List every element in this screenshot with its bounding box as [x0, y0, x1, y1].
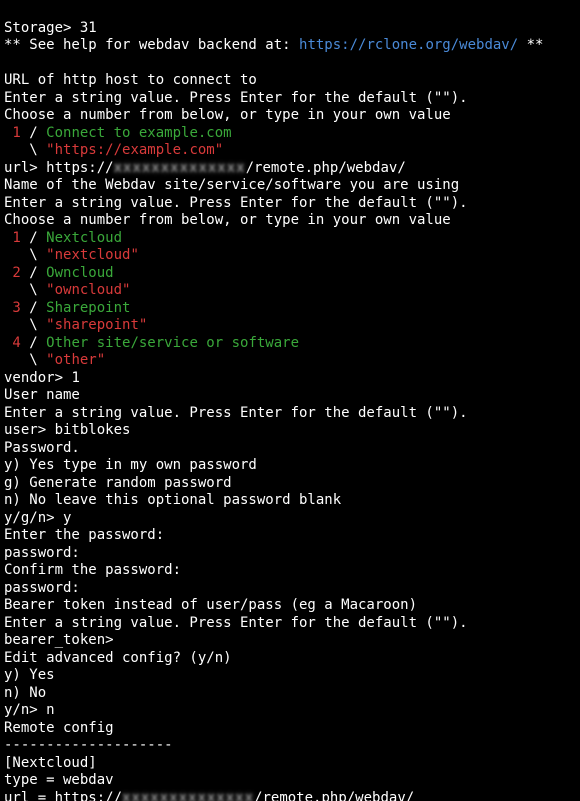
- url-prompt: url>: [4, 160, 46, 176]
- vendor-4-num: 4: [4, 335, 21, 351]
- vendor-4-sep: /: [21, 335, 46, 351]
- user-value: bitblokes: [55, 422, 131, 438]
- pass-entry-1: password:: [4, 545, 80, 561]
- config-url-prefix: url = https://: [4, 790, 122, 801]
- adv-value: n: [46, 702, 54, 718]
- url-choice-sep: /: [21, 125, 46, 141]
- url-choice-num: 1: [4, 125, 21, 141]
- url-intro-0: URL of http host to connect to: [4, 72, 257, 88]
- terminal-output: Storage> 31 ** See help for webdav backe…: [0, 0, 580, 801]
- vendor-2-indent: \: [4, 282, 46, 298]
- vendor-3-indent: \: [4, 317, 46, 333]
- pass-intro-0: Password.: [4, 440, 80, 456]
- user-prompt: user>: [4, 422, 55, 438]
- vendor-1-value: "nextcloud": [46, 247, 139, 263]
- vendor-1-num: 1: [4, 230, 21, 246]
- pass-entry-3: password:: [4, 580, 80, 596]
- vendor-value: 1: [71, 370, 79, 386]
- bearer-intro-0: Bearer token instead of user/pass (eg a …: [4, 597, 417, 613]
- user-intro-1: Enter a string value. Press Enter for th…: [4, 405, 468, 421]
- vendor-1-sep: /: [21, 230, 46, 246]
- storage-value: 31: [80, 20, 97, 36]
- user-intro-0: User name: [4, 387, 80, 403]
- vendor-intro-2: Choose a number from below, or type in y…: [4, 212, 451, 228]
- bearer-intro-1: Enter a string value. Press Enter for th…: [4, 615, 468, 631]
- bearer-prompt: bearer_token>: [4, 632, 114, 648]
- pass-intro-1: y) Yes type in my own password: [4, 457, 257, 473]
- vendor-2-label: Owncloud: [46, 265, 113, 281]
- vendor-3-num: 3: [4, 300, 21, 316]
- url-value-prefix: https://: [46, 160, 113, 176]
- vendor-2-value: "owncloud": [46, 282, 130, 298]
- pass-entry-2: Confirm the password:: [4, 562, 181, 578]
- vendor-3-label: Sharepoint: [46, 300, 130, 316]
- pass-intro-3: n) No leave this optional password blank: [4, 492, 341, 508]
- pass-intro-2: g) Generate random password: [4, 475, 232, 491]
- storage-prompt: Storage>: [4, 20, 80, 36]
- vendor-3-sep: /: [21, 300, 46, 316]
- vendor-4-label: Other site/service or software: [46, 335, 299, 351]
- help-suffix: **: [518, 37, 543, 53]
- adv-prompt: y/n>: [4, 702, 46, 718]
- vendor-2-num: 2: [4, 265, 21, 281]
- help-prefix: ** See help for webdav backend at:: [4, 37, 299, 53]
- vendor-3-value: "sharepoint": [46, 317, 147, 333]
- pass-prompt: y/g/n>: [4, 510, 63, 526]
- url-intro-2: Choose a number from below, or type in y…: [4, 107, 451, 123]
- vendor-prompt: vendor>: [4, 370, 71, 386]
- dashes: --------------------: [4, 737, 173, 753]
- vendor-4-indent: \: [4, 352, 46, 368]
- pass-value: y: [63, 510, 71, 526]
- config-type: type = webdav: [4, 772, 114, 788]
- config-url-suffix: /remote.php/webdav/: [254, 790, 414, 801]
- url-redacted: xxxxxxxxxxxxxx: [114, 160, 246, 178]
- config-url-redacted: xxxxxxxxxxxxxx: [122, 790, 254, 801]
- adv-intro-1: y) Yes: [4, 667, 55, 683]
- help-link[interactable]: https://rclone.org/webdav/: [299, 37, 518, 53]
- url-choice-indent: \: [4, 142, 46, 158]
- remote-header: Remote config: [4, 720, 114, 736]
- vendor-2-sep: /: [21, 265, 46, 281]
- url-choice-value: "https://example.com": [46, 142, 223, 158]
- adv-intro-2: n) No: [4, 685, 46, 701]
- config-section: [Nextcloud]: [4, 755, 97, 771]
- url-value-suffix: /remote.php/webdav/: [246, 160, 406, 176]
- pass-entry-0: Enter the password:: [4, 527, 164, 543]
- adv-intro-0: Edit advanced config? (y/n): [4, 650, 232, 666]
- vendor-4-value: "other": [46, 352, 105, 368]
- url-choice-label: Connect to example.com: [46, 125, 231, 141]
- vendor-1-label: Nextcloud: [46, 230, 122, 246]
- vendor-intro-0: Name of the Webdav site/service/software…: [4, 177, 459, 193]
- url-intro-1: Enter a string value. Press Enter for th…: [4, 90, 468, 106]
- vendor-1-indent: \: [4, 247, 46, 263]
- vendor-intro-1: Enter a string value. Press Enter for th…: [4, 195, 468, 211]
